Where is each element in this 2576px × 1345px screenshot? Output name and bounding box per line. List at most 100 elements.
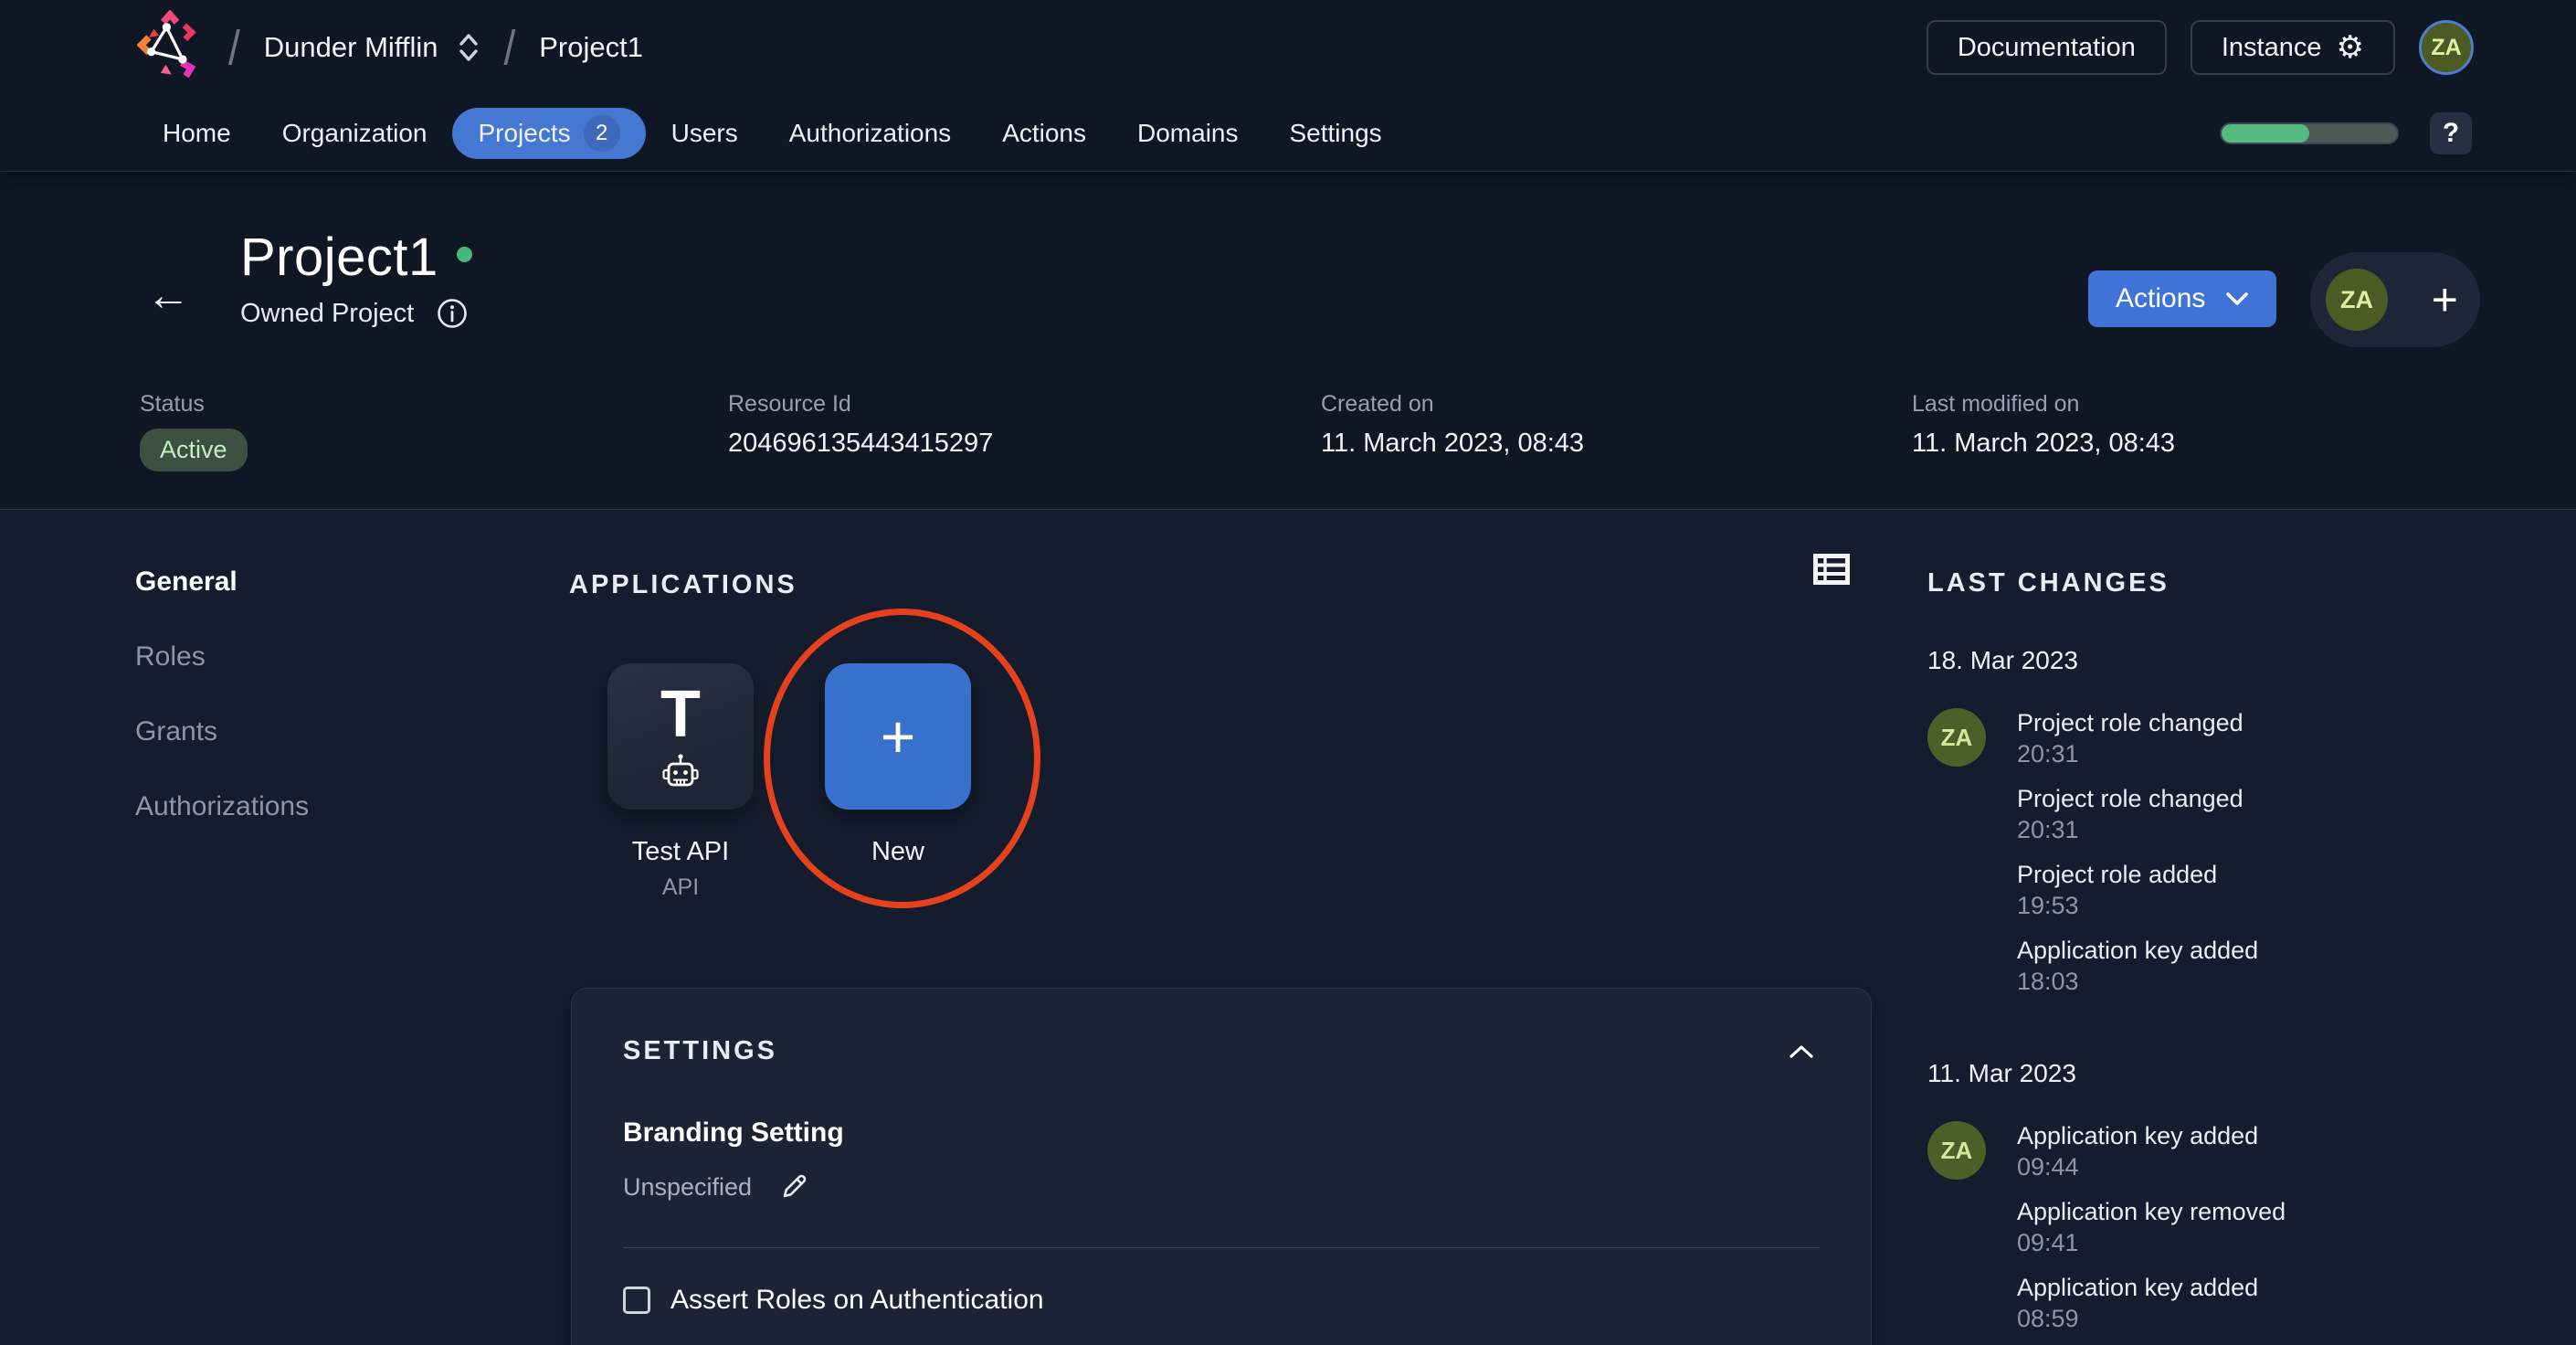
plus-icon: +: [880, 703, 916, 770]
change-event[interactable]: Project role changed 20:31: [2017, 784, 2258, 844]
change-event[interactable]: Application key added 18:03: [2017, 936, 2258, 996]
settings-divider: [623, 1247, 1820, 1248]
change-event[interactable]: Project role changed 20:31: [2017, 708, 2258, 768]
documentation-button[interactable]: Documentation: [1926, 20, 2167, 75]
nav-tab-label: Domains: [1137, 118, 1239, 147]
actions-label: Actions: [2116, 283, 2206, 313]
main-nav: Home Organization Projects 2 Users Autho…: [0, 95, 2576, 172]
branding-setting-label: Branding Setting: [623, 1117, 844, 1148]
change-event[interactable]: Application key added 09:44: [2017, 1121, 2286, 1181]
org-switch-chevrons-icon: [459, 34, 479, 61]
change-event-title: Application key added: [2017, 937, 2259, 964]
user-avatar[interactable]: ZA: [2419, 20, 2474, 75]
change-event-time: 09:44: [2017, 1153, 2079, 1181]
nav-tab-label: Home: [163, 118, 231, 147]
resource-id-value: 204696135443415297: [728, 429, 994, 458]
change-event[interactable]: Application key added 08:59: [2017, 1273, 2286, 1333]
created-on-value: 11. March 2023, 08:43: [1321, 429, 1585, 458]
actions-dropdown-button[interactable]: Actions: [2088, 270, 2277, 327]
change-event-time: 19:53: [2017, 892, 2079, 919]
nav-tab-label: Authorizations: [788, 118, 952, 147]
resource-id-label: Resource Id: [728, 391, 851, 417]
change-event-title: Application key added: [2017, 1274, 2259, 1301]
last-modified-value: 11. March 2023, 08:43: [1912, 429, 2176, 458]
change-event-time: 09:41: [2017, 1229, 2079, 1256]
nav-tab-label: Organization: [281, 118, 428, 147]
member-avatar-initials: ZA: [2340, 285, 2373, 313]
collapse-settings-button[interactable]: [1783, 1039, 1820, 1064]
sidebar-item-grants[interactable]: Grants: [135, 716, 309, 747]
org-switcher[interactable]: Dunder Mifflin: [264, 31, 480, 64]
chevron-up-icon: [1789, 1044, 1813, 1058]
status-badge: Active: [140, 429, 248, 471]
app-header: / Dunder Mifflin / Project1 Documentatio…: [0, 0, 2576, 95]
change-event[interactable]: Project role added 19:53: [2017, 860, 2258, 920]
nav-tab-label: Actions: [1002, 118, 1087, 147]
assert-roles-checkbox[interactable]: [623, 1287, 650, 1314]
nav-tab-projects[interactable]: Projects 2: [452, 107, 646, 159]
last-changes-panel: LAST CHANGES 18. Mar 2023 ZA Project rol…: [1927, 568, 2530, 1345]
gear-icon: ⚙: [2336, 30, 2364, 65]
nav-tab-actions[interactable]: Actions: [977, 108, 1112, 159]
edit-branding-button[interactable]: [777, 1170, 810, 1203]
nav-tab-home[interactable]: Home: [137, 108, 257, 159]
sidebar-item-label: General: [135, 567, 238, 597]
member-avatar[interactable]: ZA: [2326, 269, 2388, 331]
nav-tab-organization[interactable]: Organization: [257, 108, 453, 159]
change-event-time: 20:31: [2017, 816, 2079, 843]
robot-icon: [662, 754, 699, 787]
created-on-label: Created on: [1321, 391, 1434, 417]
sidebar-item-authorizations[interactable]: Authorizations: [135, 791, 309, 822]
table-icon: [1813, 554, 1850, 585]
nav-tab-users[interactable]: Users: [646, 108, 764, 159]
last-modified-label: Last modified on: [1912, 391, 2080, 417]
app-card-label: Test API API: [607, 837, 754, 901]
add-member-button[interactable]: +: [2432, 277, 2458, 323]
changes-group: ZA Project role changed 20:31 Project ro…: [1927, 708, 2530, 1011]
page-title: Project1: [240, 228, 438, 287]
settings-section-title: SETTINGS: [623, 1036, 778, 1065]
info-icon[interactable]: [436, 297, 469, 330]
change-author-avatar: ZA: [1927, 1121, 1986, 1180]
meta-status: Status Active: [140, 391, 248, 471]
assert-roles-checkbox-row[interactable]: Assert Roles on Authentication: [623, 1285, 1820, 1316]
change-event[interactable]: Application key removed 09:41: [2017, 1197, 2286, 1257]
last-changes-title: LAST CHANGES: [1927, 568, 2170, 598]
quota-progress-fill: [2222, 123, 2309, 143]
nav-tab-settings[interactable]: Settings: [1264, 108, 1408, 159]
quota-progress-bar[interactable]: [2220, 122, 2399, 144]
change-author-initials: ZA: [1940, 1136, 1973, 1164]
changes-date: 11. Mar 2023: [1927, 1059, 2076, 1087]
nav-tab-authorizations[interactable]: Authorizations: [764, 108, 977, 159]
nav-tab-domains[interactable]: Domains: [1112, 108, 1263, 159]
projects-count-badge: 2: [583, 114, 620, 152]
settings-card: SETTINGS Branding Setting Unspecified As…: [571, 988, 1872, 1345]
project-side-nav: General Roles Grants Authorizations: [135, 567, 309, 822]
changes-date: 18. Mar 2023: [1927, 646, 2078, 674]
plus-icon: +: [2431, 274, 2458, 325]
zitadel-logo-icon[interactable]: [137, 10, 205, 85]
chevron-down-icon: [2226, 292, 2249, 305]
breadcrumb-project[interactable]: Project1: [539, 31, 643, 64]
org-name: Dunder Mifflin: [263, 31, 438, 63]
sidebar-item-general[interactable]: General: [135, 567, 309, 598]
user-avatar-initials: ZA: [2431, 34, 2462, 60]
new-application-button[interactable]: +: [825, 663, 971, 810]
app-card-test-api[interactable]: T: [607, 663, 754, 810]
change-event-title: Project role added: [2017, 861, 2218, 888]
instance-button[interactable]: Instance ⚙: [2190, 20, 2395, 75]
new-application-label: New: [871, 837, 924, 866]
change-event-title: Application key added: [2017, 1122, 2259, 1149]
project-members-pill: ZA +: [2310, 252, 2480, 347]
help-label: ?: [2442, 117, 2460, 148]
breadcrumb-separator: /: [228, 20, 240, 75]
back-button[interactable]: ←: [146, 270, 190, 321]
table-view-toggle-button[interactable]: [1813, 554, 1850, 585]
back-arrow-icon: ←: [146, 271, 190, 320]
sidebar-item-roles[interactable]: Roles: [135, 641, 309, 672]
help-button[interactable]: ?: [2430, 111, 2472, 154]
meta-resource-id: Resource Id 204696135443415297: [728, 391, 993, 459]
change-event-time: 08:59: [2017, 1305, 2079, 1332]
app-initial: T: [660, 678, 701, 751]
nav-tab-label: Projects: [478, 118, 571, 147]
